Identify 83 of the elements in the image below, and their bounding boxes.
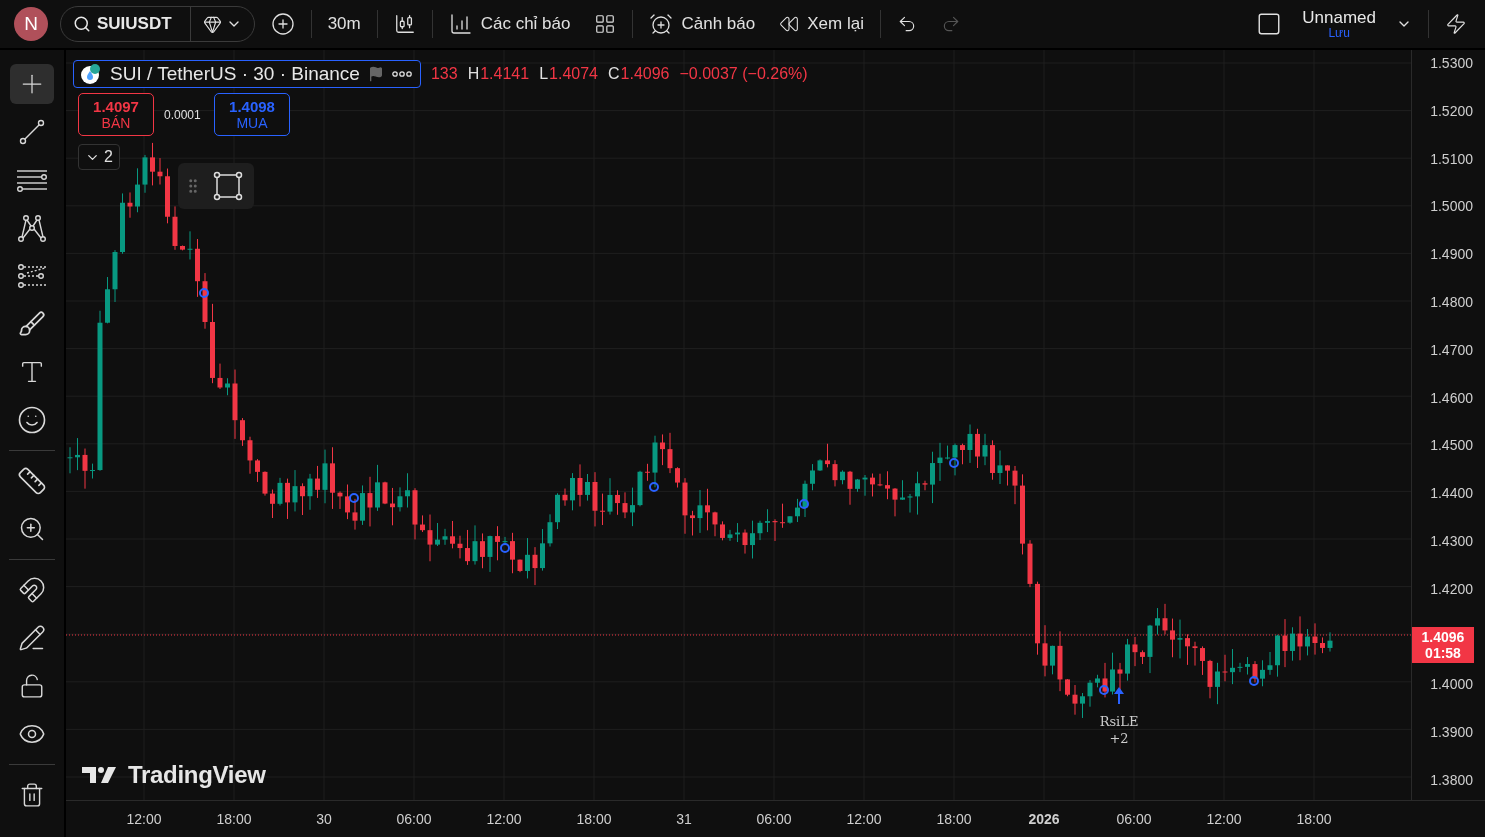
signal-marker: [1249, 676, 1259, 686]
more-icon: [391, 71, 412, 77]
search-icon: [73, 15, 91, 33]
brush-icon: [18, 310, 46, 338]
price-tick: 1.3900: [1430, 725, 1473, 740]
ohlc-value: L1.4074: [539, 65, 598, 83]
flag-icon: [367, 66, 384, 82]
pencil-lock-icon: [18, 624, 46, 652]
grid-icon: [594, 13, 617, 35]
bar-chart-icon: [448, 12, 473, 36]
alert-button[interactable]: Cảnh báo: [641, 6, 764, 42]
price-tick: 1.5300: [1430, 56, 1473, 70]
rewind-icon: [779, 14, 800, 34]
candlestick-icon: [393, 13, 416, 35]
diamond-icon: [202, 14, 222, 34]
magnet-icon: [18, 576, 46, 604]
price-tick: 1.4400: [1430, 486, 1473, 501]
price-tick: 1.4700: [1430, 342, 1473, 357]
price-tick: 1.4500: [1430, 438, 1473, 453]
forecast-icon: [17, 262, 47, 290]
price-tick: 1.4800: [1430, 295, 1473, 309]
buy-button[interactable]: 1.4098 MUA: [214, 93, 290, 136]
price-tick: 1.4600: [1430, 390, 1473, 405]
line-icon: [18, 118, 46, 146]
price-change: −0.0037 (−0.26%): [679, 65, 808, 83]
price-tick: 1.4000: [1430, 677, 1473, 692]
up-arrow-icon: [1114, 687, 1124, 705]
signal-marker: [949, 458, 959, 468]
price-tick: 1.5000: [1430, 199, 1473, 214]
price-tick: 1.5200: [1430, 103, 1473, 118]
time-tick: 31: [675, 811, 693, 827]
plus-circle-icon: [270, 12, 295, 36]
trash-icon: [19, 782, 45, 808]
time-tick: 06:00: [395, 811, 433, 827]
time-tick: 18:00: [215, 811, 253, 827]
ruler-icon: [17, 466, 47, 496]
sell-button[interactable]: 1.4097 BÁN: [78, 93, 154, 136]
signal-marker: [199, 288, 209, 298]
price-tick: 1.4300: [1430, 533, 1473, 548]
alarm-clock-icon: [649, 12, 674, 36]
smiley-icon: [17, 405, 47, 435]
price-tick: 1.4200: [1430, 581, 1473, 596]
signal-marker: [649, 482, 659, 492]
drawing-tool-button[interactable]: [10, 64, 54, 104]
price-tick: 1.4900: [1430, 247, 1473, 262]
symbol-title[interactable]: SUI / TetherUS · 30 · Binance: [73, 60, 421, 88]
time-tick: 18:00: [935, 811, 973, 827]
replay-button[interactable]: Xem lại: [771, 6, 872, 42]
coin-icon: [80, 63, 102, 85]
time-tick: 18:00: [575, 811, 613, 827]
price-tick: 1.3800: [1430, 772, 1473, 787]
ohlc-value: 133: [430, 65, 458, 83]
zoom-in-icon: [18, 515, 46, 543]
bolt-icon: [1445, 13, 1467, 35]
indicators-toggle[interactable]: 2: [78, 144, 120, 170]
interval-button[interactable]: 30m: [319, 6, 369, 42]
signal-marker: [1099, 685, 1109, 695]
layout-name-button[interactable]: Unnamed Lưu: [1298, 8, 1380, 40]
time-tick: 12:00: [485, 811, 523, 827]
spread-value: 0.0001: [164, 107, 202, 122]
signal-marker: [349, 493, 359, 503]
time-tick: 06:00: [755, 811, 793, 827]
time-tick: 06:00: [1115, 811, 1153, 827]
brand-name: TradingView: [128, 761, 266, 789]
symbol-search-button[interactable]: SUIUSDT: [61, 7, 191, 41]
ohlc-value: C1.4096: [608, 65, 670, 83]
pattern-icon: [17, 213, 47, 243]
signal-marker: [500, 543, 510, 553]
time-tick: 18:00: [1295, 811, 1333, 827]
unlock-icon: [19, 673, 45, 699]
rectangle-icon: [213, 171, 243, 201]
signal-marker: [799, 499, 809, 509]
time-tick: 30: [315, 811, 333, 827]
current-price-tag: 1.4096 01:58: [1412, 627, 1474, 663]
indicators-button[interactable]: Các chỉ báo: [440, 6, 579, 42]
time-tick: 12:00: [1205, 811, 1243, 827]
time-tick: 2026: [1027, 811, 1061, 827]
price-tick: 1.5100: [1430, 151, 1473, 166]
time-tick: 12:00: [845, 811, 883, 827]
avatar[interactable]: N: [14, 7, 48, 41]
time-tick: 12:00: [125, 811, 163, 827]
signal-label: RsiLE +2: [1098, 713, 1140, 747]
ohlc-value: H1.4141: [467, 65, 530, 83]
